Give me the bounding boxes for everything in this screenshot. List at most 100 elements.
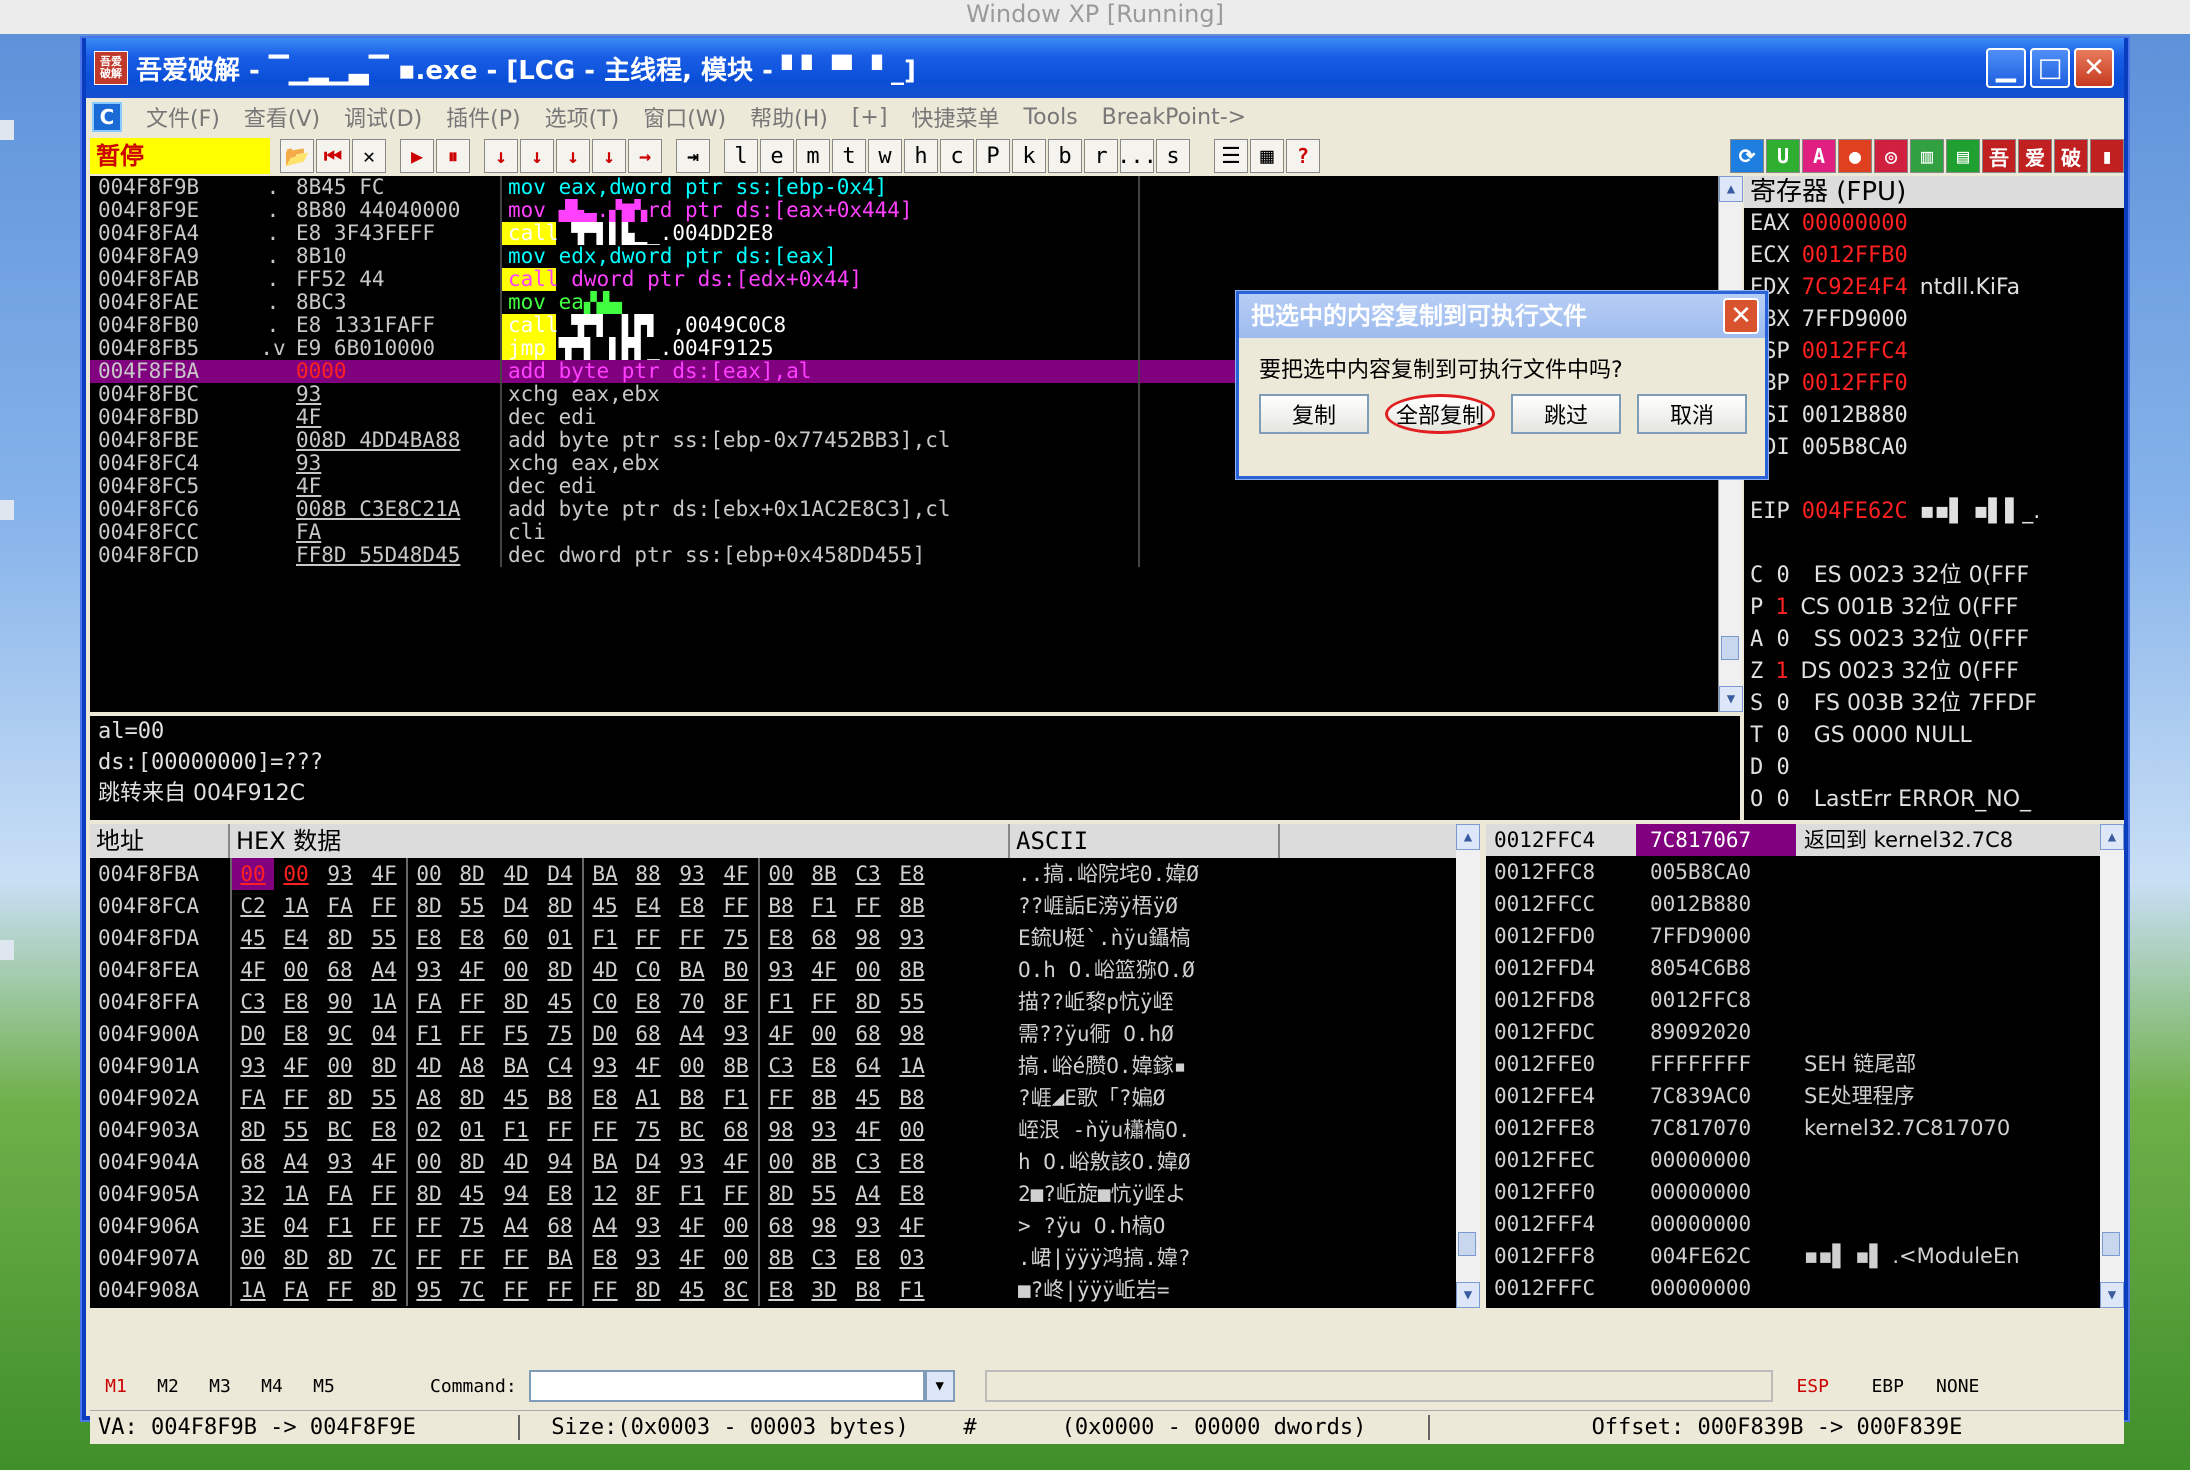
dump-byte[interactable]: BA — [538, 1242, 582, 1274]
dump-byte[interactable]: FF — [802, 986, 846, 1018]
follow-esp[interactable]: ESP — [1773, 1376, 1853, 1397]
dump-row[interactable]: 004F903A 8D 55 BC E8 02 01 F1 FF FF 75 BC 68 98 93 4F 00… — [90, 1114, 1466, 1146]
dump-byte[interactable]: 45 — [494, 1082, 538, 1114]
stack-row[interactable]: 0012FFE0 FFFFFFFF SEH 链尾部 — [1486, 1048, 2124, 1080]
goto-icon[interactable]: ⇥ — [676, 139, 710, 173]
dump-byte[interactable]: 1A — [362, 986, 406, 1018]
dump-row[interactable]: 004F8FDA 45 E4 8D 55 E8 E8 60 01 F1 FF FF 75 E8 68 98 93… — [90, 922, 1466, 954]
dump-byte[interactable]: B8 — [846, 1274, 890, 1306]
dump-byte[interactable]: 4D — [494, 1146, 538, 1178]
dump-byte[interactable]: 4D — [582, 954, 626, 986]
dump-byte[interactable]: 45 — [450, 1178, 494, 1210]
dump-byte[interactable]: 94 — [538, 1146, 582, 1178]
dump-byte[interactable]: FF — [362, 890, 406, 922]
dump-byte[interactable]: 8B — [802, 1146, 846, 1178]
dump-byte[interactable]: BA — [582, 858, 626, 890]
dump-byte[interactable]: 93 — [318, 858, 362, 890]
stack-row[interactable]: 0012FFC8 005B8CA0 — [1486, 856, 2124, 888]
dump-byte[interactable]: 8D — [450, 858, 494, 890]
dump-byte[interactable]: 68 — [318, 954, 362, 986]
dump-byte[interactable]: 4D — [406, 1050, 450, 1082]
register-row[interactable] — [1744, 816, 2124, 820]
close-button[interactable]: ✕ — [2074, 48, 2114, 88]
dump-byte[interactable]: 8D — [318, 1242, 362, 1274]
dump-byte[interactable]: FF — [450, 1018, 494, 1050]
dump-byte[interactable]: 4F — [890, 1210, 934, 1242]
dump-byte[interactable]: E8 — [406, 922, 450, 954]
register-row[interactable]: EBP 0012FFF0 — [1744, 368, 2124, 400]
dump-byte[interactable]: E8 — [802, 1050, 846, 1082]
disasm-row[interactable]: 004F8FAB. FF52 44 call dword ptr ds:[edx+0… — [90, 268, 1718, 291]
dump-header-address[interactable]: 地址 — [90, 824, 230, 858]
dump-byte[interactable]: F1 — [802, 890, 846, 922]
register-row[interactable]: P 1 CS 001B 32位 0(FFF — [1744, 592, 2124, 624]
dump-byte[interactable]: B8 — [670, 1082, 714, 1114]
dump-byte[interactable]: FF — [538, 1274, 582, 1306]
plugin-po-icon[interactable]: 破 — [2054, 139, 2088, 173]
menu-debug[interactable]: 调试(D) — [344, 101, 422, 133]
grid-icon[interactable]: ▦ — [1250, 139, 1284, 173]
follow-ebp[interactable]: EBP — [1853, 1376, 1923, 1397]
dump-byte[interactable]: 8B — [802, 858, 846, 890]
dump-byte[interactable]: 8D — [538, 954, 582, 986]
dump-byte[interactable]: 98 — [890, 1018, 934, 1050]
scroll-down-icon[interactable]: ▼ — [1719, 686, 1743, 712]
refresh-icon[interactable]: ⟳ — [1730, 139, 1764, 173]
register-row[interactable]: Z 1 DS 0023 32位 0(FFF — [1744, 656, 2124, 688]
dump-row[interactable]: 004F902A FA FF 8D 55 A8 8D 45 B8 E8 A1 B8 F1 FF 8B 45 B8… — [90, 1082, 1466, 1114]
dump-byte[interactable]: 00 — [318, 1050, 362, 1082]
dump-byte[interactable]: 90 — [318, 986, 362, 1018]
disasm-row[interactable]: 004F8FA4. E8 3F43FEFF call ▜▀▌▌▙▁_.004DD2E… — [90, 222, 1718, 245]
trace-into-icon[interactable]: ↓ — [556, 139, 590, 173]
dump-byte[interactable]: 55 — [802, 1178, 846, 1210]
patches-button[interactable]: P — [976, 139, 1010, 173]
dump-byte[interactable]: 4F — [670, 1210, 714, 1242]
callstack-button[interactable]: k — [1012, 139, 1046, 173]
dump-byte[interactable]: D4 — [626, 1146, 670, 1178]
register-row[interactable]: ESP 0012FFC4 — [1744, 336, 2124, 368]
dump-byte[interactable]: A8 — [406, 1082, 450, 1114]
menu-options[interactable]: 选项(T) — [545, 101, 620, 133]
dump-byte[interactable]: FF — [318, 1274, 362, 1306]
dump-byte[interactable]: 45 — [582, 890, 626, 922]
dump-byte[interactable]: FF — [714, 890, 758, 922]
register-row[interactable]: ECX 0012FFB0 — [1744, 240, 2124, 272]
dump-byte[interactable]: 88 — [626, 858, 670, 890]
dump-byte[interactable]: 8D — [626, 1274, 670, 1306]
dump-byte[interactable]: FF — [450, 1242, 494, 1274]
dump-byte[interactable]: 1A — [890, 1050, 934, 1082]
disasm-row[interactable]: 004F8FCD FF8D 55D48D45 dec dword ptr ss:[e… — [90, 544, 1718, 567]
dump-byte[interactable]: 4F — [230, 954, 274, 986]
dump-byte[interactable]: 7C — [362, 1242, 406, 1274]
dump-byte[interactable]: 04 — [362, 1018, 406, 1050]
dump-byte[interactable]: E8 — [450, 922, 494, 954]
dump-byte[interactable]: F1 — [758, 986, 802, 1018]
disasm-row[interactable]: 004F8F9B. 8B45 FC mov eax,dword ptr ss:[eb… — [90, 176, 1718, 199]
desktop-icon[interactable] — [0, 120, 14, 140]
stack-row[interactable]: 0012FFD0 7FFD9000 — [1486, 920, 2124, 952]
dump-byte[interactable]: FF — [362, 1178, 406, 1210]
modules-button[interactable]: e — [760, 139, 794, 173]
dump-byte[interactable]: 95 — [406, 1274, 450, 1306]
disasm-row[interactable]: 004F8FCC FA cli — [90, 521, 1718, 544]
dump-byte[interactable]: 93 — [802, 1114, 846, 1146]
plugin-ai-icon[interactable]: 爱 — [2018, 139, 2052, 173]
dump-byte[interactable]: B0 — [714, 954, 758, 986]
log-button[interactable]: l — [724, 139, 758, 173]
plugin-bars-icon[interactable]: ▥ — [1910, 139, 1944, 173]
dump-byte[interactable]: FF — [406, 1210, 450, 1242]
plugin-a-icon[interactable]: A — [1802, 139, 1836, 173]
dump-byte[interactable]: E4 — [626, 890, 670, 922]
dump-byte[interactable]: 01 — [450, 1114, 494, 1146]
stack-row[interactable]: 0012FFF0 00000000 — [1486, 1176, 2124, 1208]
follow-none[interactable]: NONE — [1923, 1376, 1993, 1397]
dump-byte[interactable]: 3E — [230, 1210, 274, 1242]
register-row[interactable]: EIP 004FE62C ▪▪▌ ▪▌▌_. — [1744, 496, 2124, 528]
cpu-button[interactable]: c — [940, 139, 974, 173]
dump-byte[interactable]: 93 — [714, 1018, 758, 1050]
stack-row[interactable]: 0012FFCC 0012B880 — [1486, 888, 2124, 920]
tab-m5[interactable]: M5 — [298, 1376, 350, 1397]
dump-row[interactable]: 004F8FFA C3 E8 90 1A FA FF 8D 45 C0 E8 70 8F F1 FF 8D 55… — [90, 986, 1466, 1018]
register-row[interactable]: O 0 LastErr ERROR_NO_ — [1744, 784, 2124, 816]
dump-byte[interactable]: FF — [274, 1082, 318, 1114]
